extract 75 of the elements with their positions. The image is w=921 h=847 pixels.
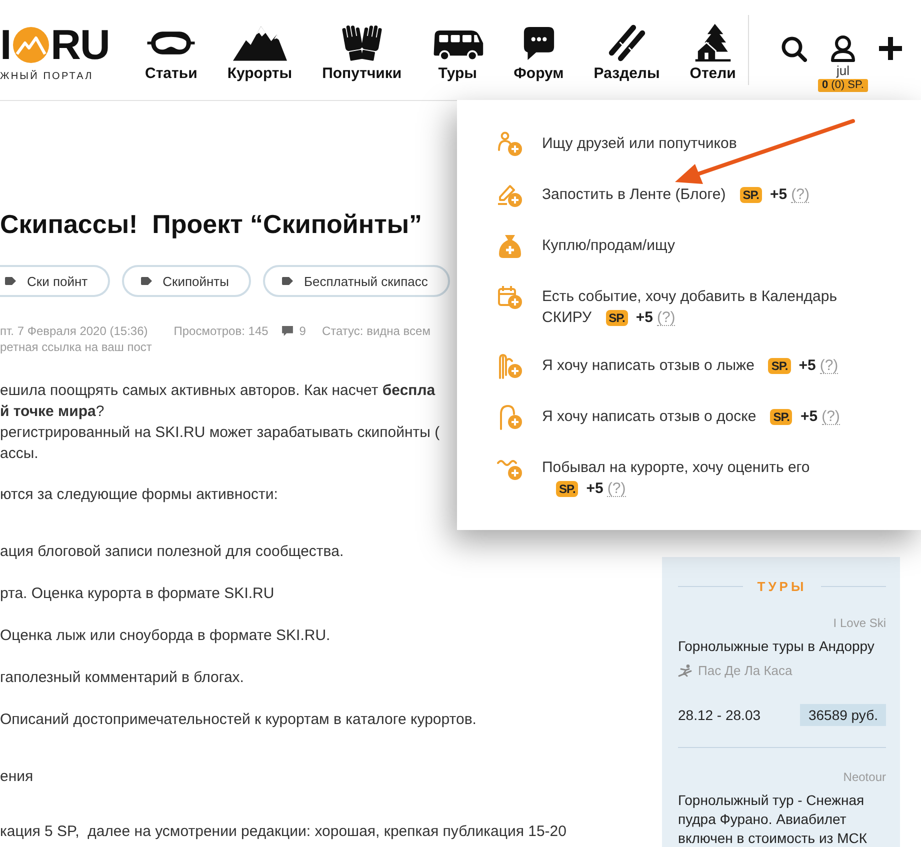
list-item-text: Описаний достопримечательностей к курортам в каталоге курортов. xyxy=(0,710,476,730)
note-text: ретная ссылка на ваш пост xyxy=(0,339,152,355)
user-icon[interactable] xyxy=(830,35,856,62)
price-tag: 36589 руб. xyxy=(800,704,886,726)
tag-icon xyxy=(282,277,293,285)
skis-icon xyxy=(606,24,647,62)
tour-dates-text: 28.12 - 28.03 xyxy=(678,707,761,723)
points-text: +5 xyxy=(770,186,788,203)
person-plus-icon xyxy=(497,131,523,157)
gloves-icon xyxy=(342,24,382,62)
points-text: +5 xyxy=(798,357,816,374)
menu-item[interactable]: Куплю/продам/ищу xyxy=(542,235,675,256)
sp-badge: SP. xyxy=(740,187,762,203)
nav-link[interactable]: Отели xyxy=(690,23,736,83)
tour-operator-text: I Love Ski xyxy=(833,616,886,630)
sp-badge: SP. xyxy=(556,481,578,497)
ski-plus-icon xyxy=(497,353,523,379)
tag-chip[interactable]: Скипойнты xyxy=(122,265,251,297)
list-item-text: ация блоговой записи полезной для сообщества. xyxy=(0,542,344,562)
points-text: +5 xyxy=(636,309,653,326)
menu-item[interactable]: Побывал на курорте, хочу оценить его SP. +5 (?) xyxy=(542,457,847,499)
tag-icon xyxy=(5,277,16,285)
status-text: Статус: видна всем xyxy=(322,323,430,339)
sp-badge: SP. xyxy=(770,409,792,425)
nav-link[interactable]: Разделы xyxy=(594,23,660,83)
sp-badge: SP. xyxy=(606,310,628,326)
pencil-plus-icon xyxy=(497,182,523,208)
comment-count: 9 xyxy=(299,323,306,339)
tour-title-link[interactable]: Горнолыжные туры в Андорру xyxy=(678,637,886,656)
nav-link[interactable]: Попутчики xyxy=(322,23,402,83)
skier-icon xyxy=(678,664,692,678)
menu-item[interactable]: Я хочу написать отзыв о доске SP. +5 (?) xyxy=(542,406,840,427)
heading-text: ения xyxy=(0,767,34,787)
nav-link[interactable]: Туры xyxy=(432,23,484,83)
list-item-text: рта. Оценка курорта в формате SKI.RU xyxy=(0,584,274,604)
points-badge: 0 (0) SP. xyxy=(818,79,868,92)
menu-item[interactable]: Запостить в Ленте (Блоге) SP. +5 (?) xyxy=(542,184,810,205)
date-text: пт. 7 Февраля 2020 (15:36) xyxy=(0,323,148,339)
sp-badge: SP. xyxy=(768,358,791,374)
list-item-text: гаполезный комментарий в блогах. xyxy=(0,668,244,688)
nav-link[interactable]: Статьи xyxy=(145,23,198,83)
logo-text: I xyxy=(0,27,11,63)
tour-title-link[interactable]: Горнолыжный тур - Снежная пудра Фурано. Авиабилет включен в стоимость из МСК xyxy=(678,791,886,847)
nav-link[interactable]: Форум xyxy=(514,23,564,83)
points-text: +5 xyxy=(586,480,604,497)
calendar-plus-icon xyxy=(497,284,523,310)
board-plus-icon xyxy=(497,404,523,430)
tagline-text: ЖНЫЙ ПОРТАЛ xyxy=(0,71,94,82)
house-with-tree-icon xyxy=(694,23,732,62)
paragraph-text: ются за следующие формы активности: xyxy=(0,485,278,505)
post-title: Скипассы! Проект “Скипойнты” xyxy=(0,208,422,240)
username-link[interactable]: jul xyxy=(836,64,850,78)
menu-item[interactable]: Есть событие, хочу добавить в Календарь СКИРУ SP. +5 (?) xyxy=(542,286,847,328)
search-icon[interactable] xyxy=(781,36,807,62)
paragraph-text: кация 5 SP, далее на усмотрении редакции: хорошая, крепкая публикация 15-20 xyxy=(0,822,566,842)
section-title: ТУРЫ xyxy=(757,579,807,594)
plus-icon[interactable] xyxy=(878,36,903,61)
tag-icon xyxy=(140,277,152,285)
list-item-text: Оценка лыж или сноуборда в формате SKI.RU. xyxy=(0,626,330,646)
sack-plus-icon xyxy=(497,233,523,259)
logo-text: RU xyxy=(50,27,110,63)
menu-item[interactable]: Ищу друзей или попутчиков xyxy=(542,133,737,154)
nav-link[interactable]: Курорты xyxy=(227,23,292,83)
tour-operator-text: Neotour xyxy=(843,770,886,784)
mountains-icon xyxy=(232,24,287,62)
tag-chip[interactable]: Ски пойнт xyxy=(0,265,110,297)
menu-item[interactable]: Я хочу написать отзыв о лыже SP. +5 (?) xyxy=(542,355,838,376)
views-text: Просмотров: 145 xyxy=(174,323,268,339)
speech-bubble-icon xyxy=(522,24,555,62)
points-text: +5 xyxy=(800,408,818,425)
comment-icon xyxy=(282,326,294,336)
logo-icon xyxy=(12,27,49,63)
tag-chip[interactable]: Бесплатный скипасс xyxy=(262,265,450,297)
paragraph-text: ешила поощрять самых активных авторов. Как насчет беспла й точке мира? регистрированный на SKI.RU может зарабатывать скипойнты ( ассы. xyxy=(0,381,440,464)
location-text: Пас Де Ла Каса xyxy=(698,662,792,680)
